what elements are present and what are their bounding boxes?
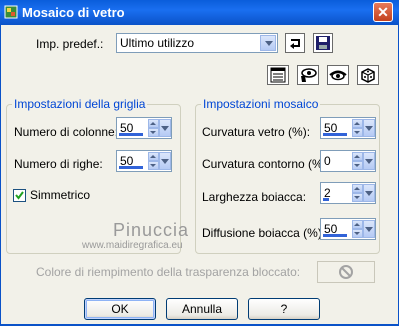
reset-icon bbox=[290, 39, 300, 49]
chevron-down-icon[interactable] bbox=[260, 35, 276, 51]
chevron-down-icon[interactable] bbox=[352, 161, 363, 170]
help-button[interactable]: ? bbox=[248, 298, 320, 320]
symmetric-checkbox[interactable] bbox=[13, 189, 26, 202]
chevron-down-icon[interactable] bbox=[363, 152, 375, 170]
list-icon bbox=[270, 67, 286, 83]
preset-select[interactable]: Ultimo utilizzo bbox=[116, 33, 278, 53]
watermark-site: www.maidiregrafica.eu bbox=[82, 240, 183, 251]
preset-value: Ultimo utilizzo bbox=[120, 36, 195, 50]
grout-width-up-down[interactable] bbox=[352, 184, 363, 202]
no-symbol-icon bbox=[339, 265, 353, 279]
save-icon bbox=[316, 36, 330, 50]
grout-diffusion-spinner[interactable]: 50 bbox=[320, 218, 376, 240]
save-preset-button[interactable] bbox=[313, 33, 333, 53]
chevron-down-icon[interactable] bbox=[352, 229, 363, 238]
glass-curvature-up-down[interactable] bbox=[352, 119, 363, 137]
chevron-down-icon[interactable] bbox=[148, 128, 159, 137]
columns-up-down[interactable] bbox=[148, 119, 159, 137]
columns-label: Numero di colonne: bbox=[14, 125, 119, 139]
auto-proof-button[interactable] bbox=[327, 65, 349, 85]
grout-width-spinner[interactable]: 2 bbox=[320, 182, 376, 204]
window-title: Mosaico di vetro bbox=[22, 5, 125, 20]
rows-up-down[interactable] bbox=[148, 152, 159, 170]
app-icon bbox=[4, 5, 18, 19]
edge-curvature-up-down[interactable] bbox=[352, 152, 363, 170]
symmetric-label[interactable]: Simmetrico bbox=[30, 188, 90, 202]
chevron-up-icon[interactable] bbox=[352, 152, 363, 161]
transparency-fill-label: Colore di riempimento della trasparenza … bbox=[36, 265, 301, 279]
chevron-down-icon[interactable] bbox=[352, 193, 363, 202]
preset-label: Imp. predef.: bbox=[36, 37, 104, 51]
dice-icon bbox=[361, 68, 375, 83]
rows-slider-bar[interactable] bbox=[119, 166, 143, 169]
proof-button[interactable] bbox=[297, 65, 319, 85]
chevron-down-icon[interactable] bbox=[148, 161, 159, 170]
chevron-up-icon[interactable] bbox=[352, 184, 363, 193]
mosaic-settings-title: Impostazioni mosaico bbox=[201, 97, 321, 111]
eye-hand-icon bbox=[301, 68, 317, 82]
edge-curvature-value[interactable]: 0 bbox=[324, 154, 331, 168]
eye-icon bbox=[329, 70, 347, 81]
glass-curvature-label: Curvatura vetro (%): bbox=[202, 125, 311, 139]
chevron-down-icon[interactable] bbox=[363, 119, 375, 137]
grout-width-label: Larghezza boiacca: bbox=[202, 190, 307, 204]
glass-curvature-slider-bar[interactable] bbox=[323, 133, 347, 136]
chevron-up-icon[interactable] bbox=[148, 119, 159, 128]
chevron-down-icon[interactable] bbox=[352, 128, 363, 137]
chevron-down-icon[interactable] bbox=[159, 152, 171, 170]
randomize-button[interactable] bbox=[357, 65, 379, 85]
grid-settings-title: Impostazioni della griglia bbox=[12, 97, 148, 111]
chevron-up-icon[interactable] bbox=[352, 119, 363, 128]
preview-button[interactable] bbox=[267, 65, 289, 85]
chevron-down-icon[interactable] bbox=[363, 220, 375, 238]
watermark-name: Pinuccia bbox=[113, 220, 190, 240]
edge-curvature-spinner[interactable]: 0 bbox=[320, 150, 376, 172]
transparency-color-swatch[interactable] bbox=[317, 261, 375, 283]
cancel-button[interactable]: Annulla bbox=[166, 298, 238, 320]
chevron-down-icon[interactable] bbox=[159, 119, 171, 137]
close-button[interactable]: ✕ bbox=[373, 2, 393, 22]
close-icon: ✕ bbox=[377, 4, 389, 20]
reset-button[interactable] bbox=[285, 33, 305, 53]
rows-spinner[interactable]: 50 bbox=[116, 150, 172, 172]
grout-diffusion-slider-bar[interactable] bbox=[323, 234, 347, 237]
chevron-up-icon[interactable] bbox=[148, 152, 159, 161]
columns-spinner[interactable]: 50 bbox=[116, 117, 172, 139]
grout-width-slider-bar[interactable] bbox=[323, 198, 329, 201]
glass-curvature-spinner[interactable]: 50 bbox=[320, 117, 376, 139]
checkmark-icon bbox=[15, 191, 24, 200]
edge-curvature-label: Curvatura contorno (%): bbox=[202, 157, 331, 171]
columns-slider-bar[interactable] bbox=[119, 133, 143, 136]
chevron-up-icon[interactable] bbox=[352, 220, 363, 229]
grout-diffusion-up-down[interactable] bbox=[352, 220, 363, 238]
ok-button[interactable]: OK bbox=[84, 298, 156, 320]
rows-label: Numero di righe: bbox=[14, 157, 103, 171]
grout-diffusion-label: Diffusione boiacca (%): bbox=[202, 226, 326, 240]
chevron-down-icon[interactable] bbox=[363, 184, 375, 202]
